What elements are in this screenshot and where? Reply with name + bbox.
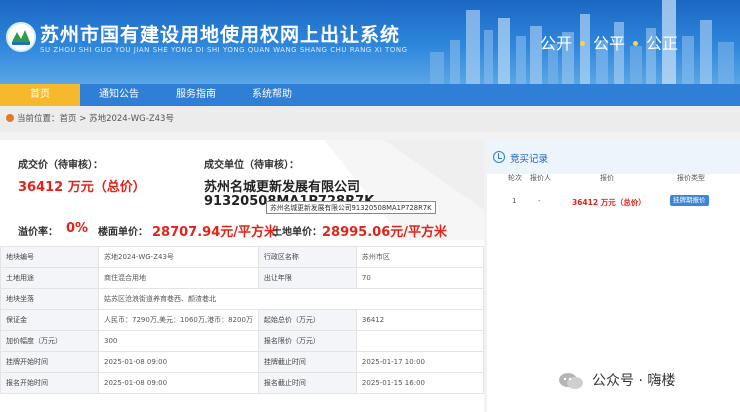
field-label: 出让年限 [257,267,357,289]
bid-record-header: 竞买记录 [487,140,740,174]
slogan: 公开 公平 公正 [540,30,678,54]
location-pin-icon [6,114,14,122]
field-label: 地块坐落 [0,288,99,310]
table-row: 土地用途 商住混合用地 出让年限 70 [0,267,485,289]
site-title: 苏州市国有建设用地使用权网上出让系统 [40,24,401,46]
premium-rate-value: 0% [66,221,89,236]
bid-record-title: 竞买记录 [510,154,549,165]
nav-item-service-guide[interactable]: 服务指南 [158,84,234,106]
field-value: 2025-01-08 09:00 [98,351,259,373]
field-label: 挂牌截止时间 [257,351,357,373]
breadcrumb-separator: > [79,114,87,124]
column-header-type: 报价类型 [677,174,705,182]
field-value [355,330,485,352]
column-header-price: 报价 [600,174,614,182]
field-value: 300 [98,330,259,352]
breadcrumb-prefix: 当前位置： [17,114,60,124]
nav-item-home[interactable]: 首页 [0,84,80,106]
field-label: 报名截止时间 [257,372,357,394]
field-label: 加价幅度（万元） [0,330,99,352]
slogan-dot [633,41,639,46]
field-label: 起始总价（万元） [257,309,357,331]
parcel-info-table: 地块编号 苏地2024-WG-Z43号 行政区名称 苏州市区 土地用途 商住混合… [0,246,485,394]
field-value: 2025-01-08 09:00 [98,372,259,394]
wechat-icon [559,373,583,389]
buyer-tooltip: 苏州名城更新发展有限公司91320508MA1P728R7K [266,201,436,214]
bid-price: 36412 万元（总价） [572,198,646,207]
table-row: 地块坐落 姑苏区沧浪街道养育巷西、颜渣巷北 [0,288,484,310]
table-row: 保证金 人民币：7290万,美元：1060万,港币：8200万 起始总价（万元）… [0,309,485,331]
field-label: 地块编号 [0,246,99,268]
field-value: 2025-01-17 10:00 [355,351,485,373]
table-row: 报名开始时间 2025-01-08 09:00 报名截止时间 2025-01-1… [0,372,485,394]
bid-type-badge: 挂牌期报价 [670,195,709,206]
site-subtitle: SU ZHOU SHI GUO YOU JIAN SHE YONG DI SHI… [40,46,408,54]
main-nav: 首页 通知公告 服务指南 系统帮助 [0,84,740,106]
watermark-text: 公众号 · 嗨楼 [592,373,676,389]
floor-price-value: 28707.94元/平方米 [152,225,278,240]
deal-price-label: 成交价（待审核）： [18,160,103,171]
table-row: 地块编号 苏地2024-WG-Z43号 行政区名称 苏州市区 [0,246,485,268]
breadcrumb-home-link[interactable]: 首页 [60,114,77,124]
site-logo [6,22,36,52]
table-row: 挂牌开始时间 2025-01-08 09:00 挂牌截止时间 2025-01-1… [0,351,485,373]
nav-item-system-help[interactable]: 系统帮助 [234,84,310,106]
table-row: 加价幅度（万元） 300 报名限价（万元） [0,330,485,352]
field-value: 36412 [355,309,485,331]
slogan-item: 公平 [593,34,626,53]
nav-item-notices[interactable]: 通知公告 [80,84,158,106]
field-value: 人民币：7290万,美元：1060万,港币：8200万 [98,309,259,331]
field-value: 2025-01-15 16:00 [355,372,485,394]
buyer-label: 成交单位（待审核）： [204,160,299,171]
land-price-label: 土地单价： [272,227,322,238]
field-value: 70 [355,267,485,289]
field-value: 苏州市区 [355,246,485,268]
column-header-bidder: 报价人 [530,174,551,182]
field-label: 保证金 [0,309,99,331]
bid-round: 1 [512,197,517,205]
land-price-value: 28995.06元/平方米 [322,225,448,240]
column-header-round: 轮次 [508,174,522,182]
clock-record-icon [493,151,505,163]
slogan-item: 公开 [540,34,573,53]
deal-price-value: 36412 万元（总价） [18,180,146,195]
slogan-dot [580,41,586,46]
field-label: 报名开始时间 [0,372,99,394]
slogan-item: 公正 [646,34,679,53]
field-label: 土地用途 [0,267,99,289]
breadcrumb-current: 苏地2024-WG-Z43号 [89,114,174,124]
field-label: 报名限价（万元） [257,330,357,352]
site-header: 苏州市国有建设用地使用权网上出让系统 SU ZHOU SHI GUO YOU J… [0,0,740,84]
breadcrumb: 当前位置：首页 > 苏地2024-WG-Z43号 [0,106,740,132]
bid-bidder: - [538,197,541,205]
field-value: 苏地2024-WG-Z43号 [98,246,259,268]
field-value: 姑苏区沧浪街道养育巷西、颜渣巷北 [98,288,484,310]
field-label: 行政区名称 [257,246,357,268]
buyer-name: 苏州名城更新发展有限公司 [204,180,361,195]
floor-price-label: 楼面单价： [98,227,148,238]
premium-rate-label: 溢价率： [18,227,58,238]
field-label: 挂牌开始时间 [0,351,99,373]
field-value: 商住混合用地 [98,267,259,289]
